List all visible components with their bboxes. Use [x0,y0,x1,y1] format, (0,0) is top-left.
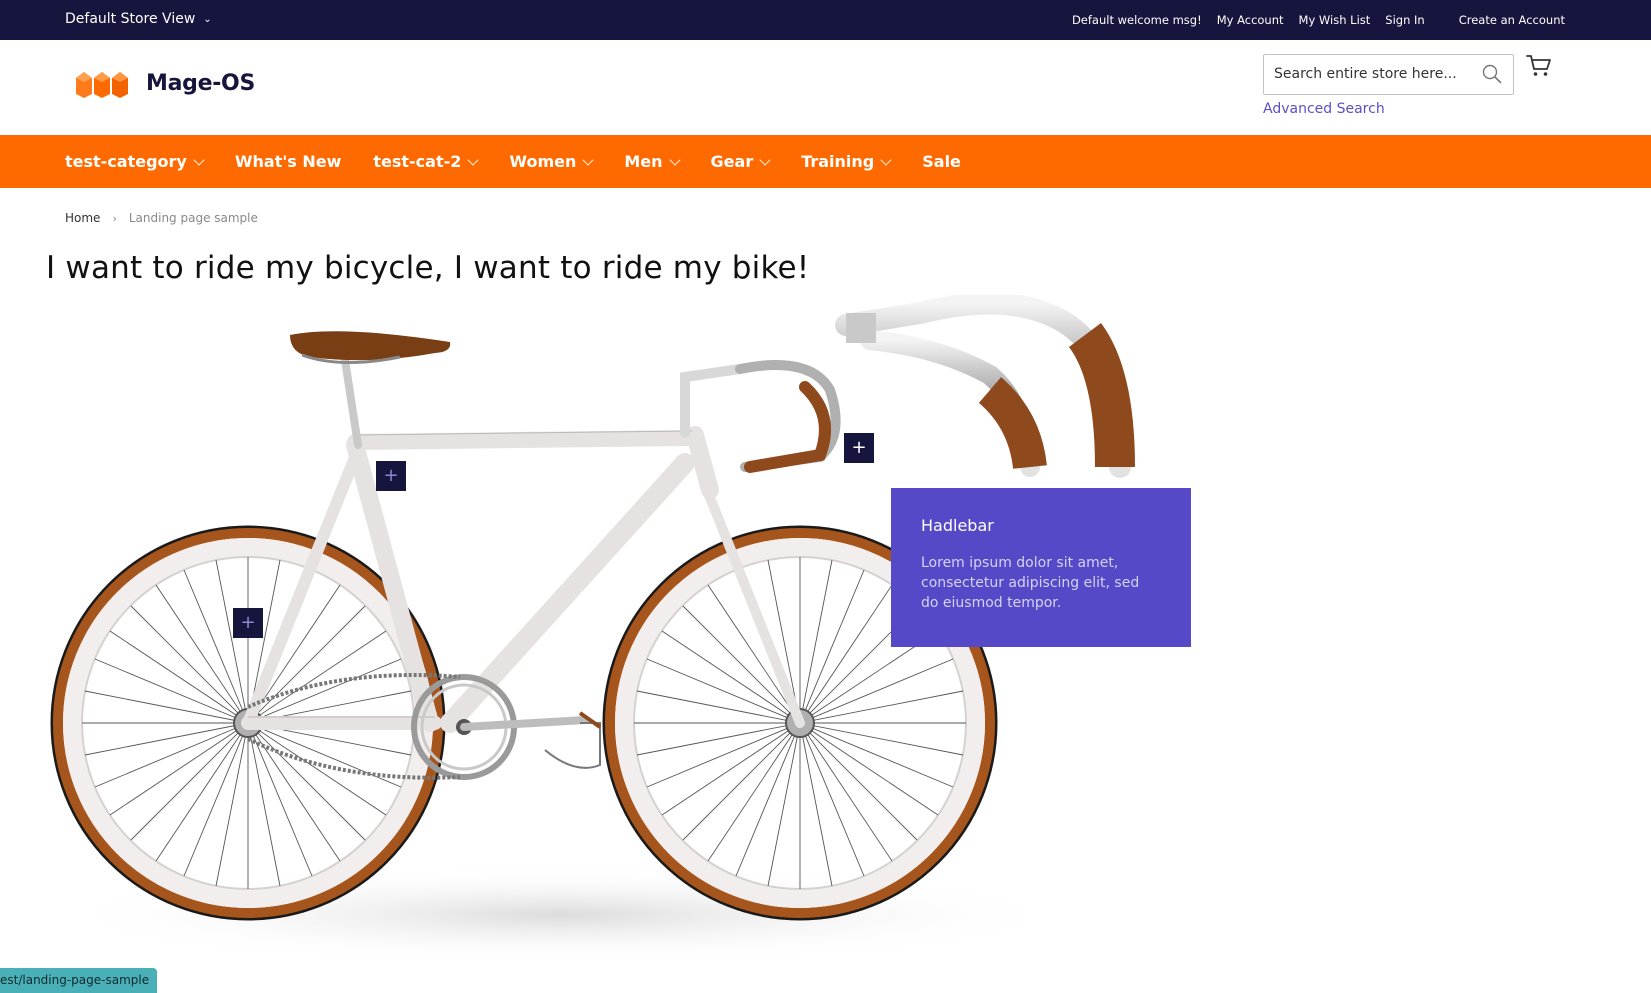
hotspot-info-card: Hadlebar Lorem ipsum dolor sit amet, con… [891,488,1191,647]
nav-item-test-category[interactable]: test-category [65,152,205,171]
cart-icon[interactable] [1526,54,1552,78]
nav-item-label: What's New [234,152,342,171]
nav-item-sale[interactable]: Sale [922,152,961,171]
create-account-link[interactable]: Create an Account [1459,13,1565,27]
nav-item-label: Training [801,152,875,171]
top-links: Default welcome msg! My Account My Wish … [1057,0,1565,40]
advanced-search-link[interactable]: Advanced Search [1263,101,1385,117]
site-header: Mage-OS Search entire store here... Adva… [0,40,1651,135]
nav-item-label: test-cat-2 [373,152,462,171]
nav-item-gear[interactable]: Gear [710,152,771,171]
nav-item-test-cat-2[interactable]: test-cat-2 [373,152,480,171]
my-account-link[interactable]: My Account [1217,13,1284,27]
my-wish-list-link[interactable]: My Wish List [1299,13,1371,27]
nav-item-training[interactable]: Training [801,152,892,171]
mage-os-logo-icon [76,72,128,98]
breadcrumb-home-link[interactable]: Home [65,211,100,225]
chevron-down-icon [668,153,681,166]
nav-item-label: Women [509,152,577,171]
logo[interactable]: Mage-OS [74,68,255,98]
page-title: I want to ride my bicycle, I want to rid… [46,250,810,286]
chevron-down-icon [467,153,480,166]
logo-text: Mage-OS [146,70,255,96]
search-input[interactable]: Search entire store here... [1263,54,1514,95]
nav-item-label: test-category [65,152,187,171]
breadcrumb: Home › Landing page sample [65,211,258,225]
status-bar-url: est/landing-page-sample [0,968,158,993]
top-bar: Default Store View ⌄ Default welcome msg!… [0,0,1651,40]
welcome-message: Default welcome msg! [1071,13,1202,27]
store-view-switcher[interactable]: Default Store View ⌄ [65,0,212,40]
sign-in-link[interactable]: Sign In [1385,13,1424,27]
chevron-down-icon [582,153,595,166]
info-card-title: Hadlebar [921,516,994,535]
main-navigation: test-category What's New test-cat-2 Wome… [0,135,1651,188]
nav-item-label: Gear [710,152,754,171]
search-placeholder: Search entire store here... [1274,66,1457,82]
chevron-down-icon [193,153,205,166]
nav-item-men[interactable]: Men [624,152,681,171]
info-card-description: Lorem ipsum dolor sit amet, consectetur … [921,555,1140,611]
nav-item-whats-new[interactable]: What's New [235,152,342,171]
nav-item-label: Men [624,152,663,171]
nav-item-label: Sale [922,152,961,171]
chevron-down-icon [880,153,892,166]
hotspot-frame[interactable]: + [376,461,406,491]
nav-item-women[interactable]: Women [509,152,595,171]
chevron-down-icon: ⌄ [203,14,212,25]
search-icon[interactable] [1481,63,1503,85]
store-view-label: Default Store View [65,11,196,27]
breadcrumb-current: Landing page sample [128,211,258,225]
hotspot-handlebar[interactable]: + [844,433,874,463]
chevron-down-icon [759,153,771,166]
breadcrumb-separator: › [112,211,117,225]
hotspot-rear-wheel[interactable]: + [233,608,263,638]
